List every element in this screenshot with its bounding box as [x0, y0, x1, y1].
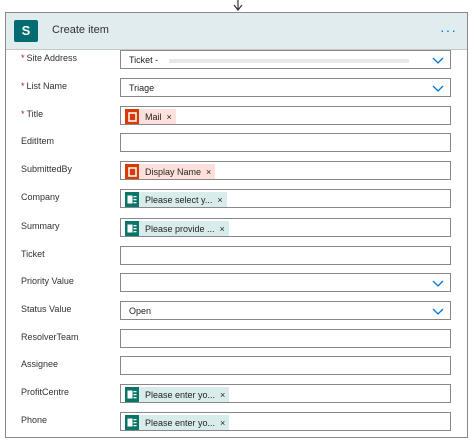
field-input[interactable] [120, 329, 451, 348]
field-input[interactable]: Please enter yo... × [120, 412, 451, 431]
remove-token-icon[interactable]: × [220, 418, 225, 428]
field-input[interactable]: Please enter yo... × [120, 384, 451, 403]
field-label-text: Priority Value [21, 276, 74, 286]
field-label-text: List Name [26, 81, 68, 91]
field-row-3: EditItem [6, 133, 467, 153]
required-marker: * [21, 53, 25, 63]
field-label-text: Ticket [21, 249, 45, 259]
token-label: Please select y... [145, 194, 213, 205]
dynamic-content-token[interactable]: Please provide ... × [125, 221, 229, 236]
field-value: Open [129, 306, 152, 316]
field-row-12: ProfitCentre Please enter yo... × [6, 384, 467, 404]
connector-arrow-icon [233, 0, 243, 11]
field-row-9: Status Value Open [6, 301, 467, 321]
more-options-button[interactable]: ··· [440, 22, 457, 38]
field-label: Phone [21, 415, 47, 425]
field-row-0: * Site Address Ticket - [6, 50, 467, 70]
field-input[interactable]: Please select y... × [120, 189, 451, 208]
field-label: Assignee [21, 359, 58, 369]
chevron-down-icon[interactable] [432, 278, 444, 288]
dynamic-content-token[interactable]: Mail × [125, 109, 176, 124]
field-label-text: ProfitCentre [21, 387, 70, 397]
forms-icon [125, 221, 139, 236]
field-row-6: Summary Please provide ... × [6, 218, 467, 238]
token-label: Please provide ... [145, 223, 215, 234]
redacted-text [169, 59, 409, 63]
forms-icon [125, 387, 139, 402]
field-label-text: Title [26, 109, 44, 119]
field-label: Summary [21, 221, 60, 231]
create-item-card: S Create item ··· * Site Address Ticket - *… [5, 12, 468, 438]
field-label: EditItem [21, 136, 54, 146]
sharepoint-icon: S [14, 20, 38, 42]
field-label: SubmittedBy [21, 164, 72, 174]
field-row-8: Priority Value [6, 273, 467, 293]
field-label: Status Value [21, 304, 71, 314]
chevron-down-icon[interactable] [432, 306, 444, 316]
field-label-text: Site Address [26, 53, 78, 63]
field-input[interactable]: Mail × [120, 106, 451, 125]
field-value: Triage [129, 83, 155, 93]
field-input[interactable] [120, 133, 451, 152]
field-label-text: Assignee [21, 359, 59, 369]
dynamic-content-token[interactable]: Please enter yo... × [125, 387, 230, 402]
field-row-13: Phone Please enter yo... × [6, 412, 467, 432]
field-label: Ticket [21, 249, 45, 259]
remove-token-icon[interactable]: × [220, 390, 225, 400]
field-label-text: Company [21, 192, 60, 202]
field-row-2: * Title Mail × [6, 106, 467, 126]
field-label: * Title [21, 109, 43, 119]
field-dropdown[interactable] [120, 273, 451, 292]
office-icon [125, 164, 139, 179]
forms-icon [125, 415, 139, 430]
field-label: * List Name [21, 81, 67, 91]
field-row-10: ResolverTeam [6, 329, 467, 349]
remove-token-icon[interactable]: × [217, 195, 222, 205]
field-dropdown[interactable]: Open [120, 301, 451, 320]
dynamic-content-token[interactable]: Display Name × [125, 164, 216, 179]
field-label: * Site Address [21, 53, 77, 63]
remove-token-icon[interactable]: × [167, 112, 172, 122]
office-icon [125, 109, 139, 124]
field-row-5: Company Please select y... × [6, 189, 467, 209]
field-value: Ticket - [129, 55, 159, 65]
field-row-1: * List Name Triage [6, 78, 467, 98]
field-label-text: Status Value [21, 304, 72, 314]
field-label: ResolverTeam [21, 332, 79, 342]
card-header[interactable]: S Create item ··· [6, 13, 467, 50]
token-label: Mail [145, 111, 162, 122]
required-marker: * [21, 109, 25, 119]
field-label-text: Summary [21, 221, 60, 231]
field-row-7: Ticket [6, 246, 467, 266]
dynamic-content-token[interactable]: Please select y... × [125, 192, 227, 207]
field-input[interactable] [120, 356, 451, 375]
field-dropdown[interactable]: Ticket - [120, 50, 451, 69]
token-label: Please enter yo... [145, 417, 216, 428]
field-label: Priority Value [21, 276, 74, 286]
field-input[interactable]: Please provide ... × [120, 218, 451, 237]
chevron-down-icon[interactable] [432, 55, 444, 65]
field-label: Company [21, 192, 60, 202]
card-title: Create item [52, 24, 109, 36]
field-row-11: Assignee [6, 356, 467, 376]
field-label: ProfitCentre [21, 387, 69, 397]
forms-icon [125, 192, 139, 207]
field-input[interactable]: Display Name × [120, 161, 451, 180]
field-row-4: SubmittedBy Display Name × [6, 161, 467, 181]
remove-token-icon[interactable]: × [220, 224, 225, 234]
token-label: Please enter yo... [145, 389, 216, 400]
field-label-text: EditItem [21, 136, 55, 146]
field-label-text: SubmittedBy [21, 164, 73, 174]
field-dropdown[interactable]: Triage [120, 78, 451, 97]
field-input[interactable] [120, 246, 451, 265]
dynamic-content-token[interactable]: Please enter yo... × [125, 415, 230, 430]
remove-token-icon[interactable]: × [206, 167, 211, 177]
required-marker: * [21, 81, 25, 91]
token-label: Display Name [145, 166, 202, 177]
chevron-down-icon[interactable] [432, 83, 444, 93]
field-label-text: ResolverTeam [21, 332, 79, 342]
field-label-text: Phone [21, 415, 48, 425]
